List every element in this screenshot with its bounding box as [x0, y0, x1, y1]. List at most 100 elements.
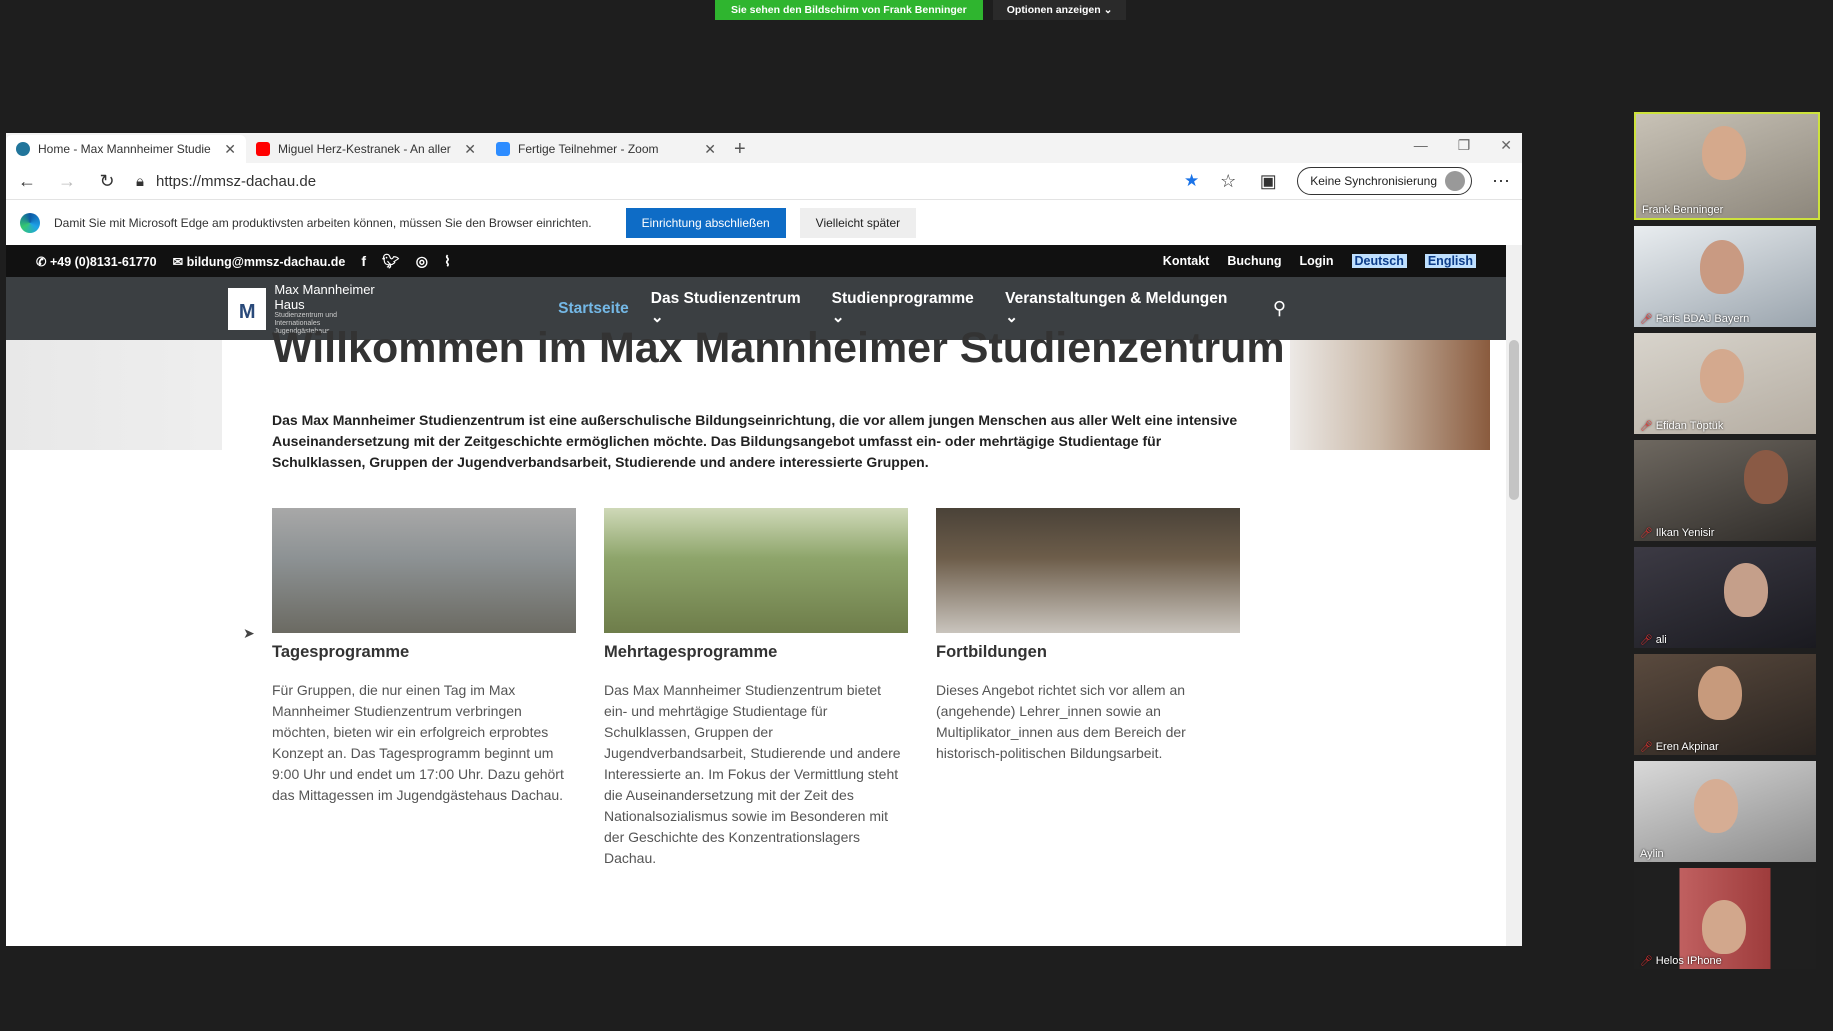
contact-link[interactable]: Kontakt — [1163, 254, 1210, 268]
url-text: https://mmsz-dachau.de — [155, 172, 317, 190]
card-title[interactable]: Mehrtagesprogramme — [604, 643, 908, 662]
card-mehrtagesprogramme[interactable]: Mehrtagesprogramme Das Max Mannheimer St… — [604, 508, 908, 869]
view-options-button[interactable]: Optionen anzeigen ⌄ — [992, 0, 1127, 20]
card-fortbildungen[interactable]: Fortbildungen Dieses Angebot richtet sic… — [936, 508, 1240, 869]
youtube-icon — [256, 142, 270, 156]
nav-studienzentrum[interactable]: Das Studienzentrum ⌄ — [651, 290, 810, 327]
email-text: bildung@mmsz-dachau.de — [186, 254, 346, 269]
participant-tile[interactable]: 🎤︎ Helos IPhone — [1634, 868, 1816, 969]
participant-video — [1698, 666, 1742, 720]
content-area: Willkommen im Max Mannheimer Studienzent… — [222, 324, 1290, 946]
close-window-icon[interactable]: ✕ — [1500, 137, 1512, 154]
lang-de-link[interactable]: Deutsch — [1351, 254, 1407, 268]
card-tagesprogramme[interactable]: Tagesprogramme Für Gruppen, die nur eine… — [272, 508, 576, 869]
page-scrollbar[interactable] — [1506, 245, 1522, 946]
edge-logo-icon — [20, 212, 40, 233]
participant-tile[interactable]: 🎤︎ Ilkan Yenisir — [1634, 440, 1816, 541]
nav-startseite[interactable]: Startseite — [558, 300, 629, 318]
sync-label: Keine Synchronisierung — [1310, 174, 1437, 188]
tab-home[interactable]: Home - Max Mannheimer Studie ✕ — [6, 135, 246, 163]
site-topbar: ✆ +49 (0)8131-61770 ✉ bildung@mmsz-dacha… — [6, 245, 1506, 277]
participant-tile[interactable]: 🎤︎ ali — [1634, 547, 1816, 648]
mouse-cursor-icon: ➤ — [243, 625, 255, 641]
mic-muted-icon: 🎤︎ — [1640, 634, 1653, 646]
phone-link[interactable]: ✆ +49 (0)8131-61770 — [36, 254, 157, 269]
participant-video — [1702, 900, 1746, 954]
nav-studienprogramme[interactable]: Studienprogramme ⌄ — [832, 290, 984, 327]
tab-label: Miguel Herz-Kestranek - An aller — [278, 142, 451, 156]
participant-tile[interactable]: 🎤︎ Efidan Töptük — [1634, 333, 1816, 434]
new-tab-button[interactable]: + — [726, 135, 754, 163]
refresh-icon[interactable]: ↻ — [96, 171, 118, 192]
forward-icon[interactable]: → — [56, 171, 78, 192]
tab-label: Home - Max Mannheimer Studie — [38, 142, 211, 156]
close-icon[interactable]: ✕ — [704, 141, 716, 158]
maybe-later-button[interactable]: Vielleicht später — [799, 207, 917, 238]
intro-text: Das Max Mannheimer Studienzentrum ist ei… — [272, 412, 1238, 470]
mic-muted-icon: 🎤︎ — [1640, 420, 1653, 432]
nav-veranstaltungen[interactable]: Veranstaltungen & Meldungen ⌄ — [1005, 290, 1233, 327]
nav-items: Startseite Das Studienzentrum ⌄ Studienp… — [558, 290, 1233, 327]
mic-muted-icon: 🎤︎ — [1640, 527, 1653, 539]
back-icon[interactable]: ← — [16, 171, 38, 192]
share-indicator: Sie sehen den Bildschirm von Frank Benni… — [715, 0, 983, 20]
favorites-icon[interactable]: ☆ — [1217, 171, 1239, 192]
participant-name: 🎤︎ Faris BDAJ Bayern — [1640, 313, 1750, 325]
mic-muted-icon: 🎤︎ — [1640, 741, 1653, 753]
twitter-icon[interactable]: 🐦︎ — [382, 253, 400, 270]
participant-video — [1694, 779, 1738, 833]
participant-video — [1700, 349, 1744, 403]
logo-name: Max Mannheimer Haus — [274, 281, 375, 312]
mic-muted-icon: 🎤︎ — [1640, 955, 1653, 967]
program-cards: Tagesprogramme Für Gruppen, die nur eine… — [272, 508, 1240, 869]
url-field[interactable]: 🔒︎ https://mmsz-dachau.de — [136, 173, 1166, 190]
booking-link[interactable]: Buchung — [1227, 254, 1281, 268]
browser-window: Home - Max Mannheimer Studie ✕ Miguel He… — [6, 133, 1522, 946]
workshop-image[interactable] — [936, 508, 1240, 633]
edge-setup-infobar: Damit Sie mit Microsoft Edge am produkti… — [6, 200, 1522, 246]
card-title[interactable]: Tagesprogramme — [272, 643, 576, 662]
close-icon[interactable]: ✕ — [464, 141, 476, 158]
finish-setup-button[interactable]: Einrichtung abschließen — [625, 207, 786, 238]
participant-tile[interactable]: 🎤︎ Faris BDAJ Bayern — [1634, 226, 1816, 327]
participant-video — [1744, 450, 1788, 504]
tab-youtube[interactable]: Miguel Herz-Kestranek - An aller ✕ — [246, 135, 486, 163]
scrollbar-thumb[interactable] — [1509, 340, 1519, 500]
website: ✆ +49 (0)8131-61770 ✉ bildung@mmsz-dacha… — [6, 245, 1506, 946]
participant-gallery: Frank Benninger 🎤︎ Faris BDAJ Bayern 🎤︎ Ef… — [1634, 112, 1820, 975]
facebook-icon[interactable]: f — [361, 253, 366, 269]
page-title: Willkommen im Max Mannheimer Studienzent… — [272, 324, 1285, 372]
address-bar-row: ← → ↻ 🔒︎ https://mmsz-dachau.de ★ ☆ ▣ Ke… — [6, 163, 1522, 200]
search-icon[interactable]: ⚲ — [1273, 298, 1286, 319]
participant-tile[interactable]: 🎤︎ Eren Akpinar — [1634, 654, 1816, 755]
minimize-icon[interactable]: — — [1414, 137, 1428, 154]
zoom-icon — [496, 142, 510, 156]
participant-name: Frank Benninger — [1642, 204, 1724, 216]
participant-tile[interactable]: Aylin — [1634, 761, 1816, 862]
phone-text: +49 (0)8131-61770 — [49, 254, 157, 269]
instagram-icon[interactable]: ◎ — [416, 253, 428, 270]
participant-video — [1724, 563, 1768, 617]
email-link[interactable]: ✉ bildung@mmsz-dachau.de — [173, 254, 346, 269]
tab-zoom[interactable]: Fertige Teilnehmer - Zoom ✕ — [486, 135, 726, 163]
participant-tile[interactable]: Frank Benninger — [1634, 112, 1820, 220]
students-outdoor-image[interactable] — [604, 508, 908, 633]
restore-icon[interactable]: ❐ — [1458, 137, 1471, 154]
group-tour-image[interactable] — [272, 508, 576, 633]
profile-avatar — [1445, 171, 1465, 191]
card-text: Für Gruppen, die nur einen Tag im Max Ma… — [272, 682, 564, 803]
participant-name: 🎤︎ Ilkan Yenisir — [1640, 527, 1715, 539]
close-icon[interactable]: ✕ — [224, 141, 236, 158]
participant-name: Aylin — [1640, 848, 1664, 860]
sync-button[interactable]: Keine Synchronisierung — [1297, 167, 1472, 195]
card-title[interactable]: Fortbildungen — [936, 643, 1240, 662]
more-icon[interactable]: ⋯ — [1490, 171, 1512, 192]
wordpress-icon — [16, 142, 30, 156]
mic-muted-icon: 🎤︎ — [1640, 313, 1653, 325]
rss-icon[interactable]: ⌇ — [444, 253, 451, 270]
favorite-star-icon[interactable]: ★ — [1184, 171, 1199, 191]
lang-en-link[interactable]: English — [1424, 254, 1476, 268]
collections-icon[interactable]: ▣ — [1257, 171, 1279, 192]
login-link[interactable]: Login — [1300, 254, 1334, 268]
card-text: Dieses Angebot richtet sich vor allem an… — [936, 682, 1186, 761]
